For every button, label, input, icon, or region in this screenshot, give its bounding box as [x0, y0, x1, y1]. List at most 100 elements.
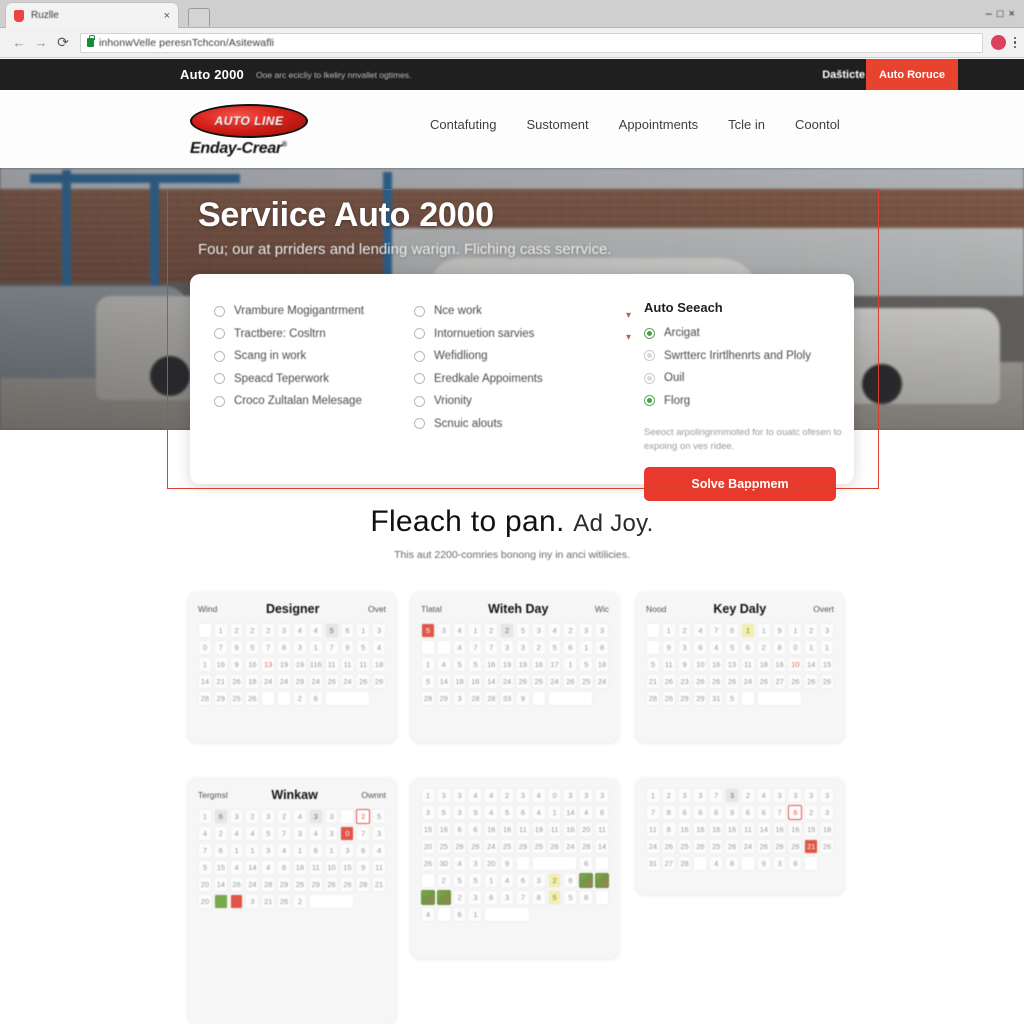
calendar-day-cell[interactable]: 24	[500, 674, 514, 689]
calendar-day-cell[interactable]: 4	[436, 657, 451, 672]
calendar-day-cell[interactable]: 3	[820, 623, 834, 638]
calendar-day-cell[interactable]: 6	[788, 805, 803, 820]
logo[interactable]: AUTO LINE Enday-Crear®	[190, 104, 330, 158]
nav-item-contafuting[interactable]: Contafuting	[430, 117, 497, 132]
profile-avatar[interactable]	[990, 35, 1006, 50]
calendar-day-cell[interactable]: 3	[820, 788, 834, 803]
calendar-day-cell[interactable]: 26	[356, 674, 371, 689]
calendar-day-cell[interactable]: 27	[772, 674, 787, 689]
calendar-day-cell[interactable]: 13	[261, 657, 276, 672]
calendar-day-cell[interactable]	[436, 640, 451, 655]
calendar-day-cell[interactable]: 2	[500, 788, 514, 803]
calendar-day-cell[interactable]: 5	[579, 657, 594, 672]
calendar-day-cell[interactable]: 29	[693, 691, 708, 706]
calendar-day-cell[interactable]: 26	[661, 691, 676, 706]
calendar-day-cell[interactable]	[277, 691, 291, 706]
calendar-day-cell[interactable]	[198, 623, 212, 638]
calendar-day-cell[interactable]: 3	[421, 805, 435, 820]
calendar-day-cell[interactable]	[595, 890, 609, 905]
calendar-day-cell[interactable]: 15	[820, 657, 834, 672]
calendar-day-cell[interactable]: 4	[484, 788, 499, 803]
calendar-day-cell[interactable]	[740, 691, 755, 706]
calendar-day-cell[interactable]: 28	[579, 839, 594, 854]
calendar-day-cell[interactable]: 5	[547, 890, 562, 905]
calendar-day-cell[interactable]: 7	[484, 640, 499, 655]
calendar-day-cell[interactable]: 9	[468, 805, 483, 820]
calendar-day-cell[interactable]: 3	[595, 788, 609, 803]
calendar-day-cell[interactable]: 25	[229, 691, 244, 706]
back-icon[interactable]: ←	[8, 32, 30, 54]
calendar-day-cell[interactable]: 2	[547, 873, 562, 888]
calendar-day-cell[interactable]: 3	[436, 623, 451, 638]
calendar-day-cell[interactable]: 24	[340, 674, 355, 689]
calendar-day-cell[interactable]: 14	[436, 674, 451, 689]
calendar-day-cell[interactable]: 24	[308, 674, 323, 689]
calendar-day-cell[interactable]: 3	[579, 623, 594, 638]
calendar-day-cell[interactable]	[324, 691, 371, 706]
calendar-day-cell[interactable]: 19	[292, 657, 307, 672]
calendar-day-cell[interactable]: 3	[788, 788, 803, 803]
calendar-day-cell[interactable]: 18	[820, 822, 834, 837]
option-row[interactable]: Vrambure Mogigantrment	[214, 300, 414, 323]
calendar-day-cell[interactable]: 16	[772, 657, 787, 672]
calendar-day-cell[interactable]: 28	[198, 691, 212, 706]
calendar-day-cell[interactable]: 1	[292, 843, 307, 858]
calendar-day-cell[interactable]: 5	[261, 826, 276, 841]
calendar-day-cell[interactable]: 14	[198, 674, 212, 689]
calendar-day-cell[interactable]: 3	[515, 788, 530, 803]
calendar-day-cell[interactable]	[646, 640, 660, 655]
calendar-day-cell[interactable]: 3	[595, 623, 609, 638]
calendar-day-cell[interactable]: 5	[356, 640, 371, 655]
calendar-day-cell[interactable]: 5	[421, 674, 435, 689]
calendar-day-cell[interactable]: 1	[484, 873, 499, 888]
calendar-day-cell[interactable]: 26	[788, 839, 803, 854]
option-row[interactable]: Florg	[644, 390, 844, 413]
calendar-day-cell[interactable]: 8	[661, 805, 676, 820]
option-row[interactable]: Arcigat	[644, 322, 844, 345]
calendar-day-cell[interactable]: 5	[547, 640, 562, 655]
calendar-prev-button[interactable]: Tergmsl	[198, 790, 228, 800]
radio-icon[interactable]	[214, 350, 225, 362]
calendar-day-cell[interactable]: 11	[372, 860, 386, 875]
calendar-day-cell[interactable]: 15	[421, 822, 435, 837]
calendar-day-cell[interactable]: 28	[677, 856, 692, 871]
calendar-day-cell[interactable]: 4	[500, 873, 514, 888]
calendar-day-cell[interactable]: 4	[229, 826, 244, 841]
calendar-day-cell[interactable]: 9	[229, 657, 244, 672]
calendar-day-cell[interactable]: 1	[547, 805, 562, 820]
calendar-day-cell[interactable]: 16	[693, 822, 708, 837]
calendar-day-cell[interactable]: 6	[709, 805, 724, 820]
option-row[interactable]: Speacd Teperwork	[214, 368, 414, 391]
calendar-day-cell[interactable]: 1	[756, 623, 771, 638]
calendar-day-cell[interactable]: 33	[500, 691, 514, 706]
calendar-day-cell[interactable]: 21	[261, 894, 276, 909]
calendar-day-cell[interactable]: 8	[563, 873, 578, 888]
calendar-day-cell[interactable]: 5	[452, 873, 467, 888]
calendar-day-cell[interactable]: 16	[788, 822, 803, 837]
calendar-day-cell[interactable]: 23	[677, 674, 692, 689]
calendar-day-cell[interactable]: 25	[677, 839, 692, 854]
calendar-day-cell[interactable]: 1	[563, 657, 578, 672]
calendar-day-cell[interactable]: 11	[595, 822, 609, 837]
url-text[interactable]: inhonwVelle peresnTchcon/Asitewafli	[99, 37, 274, 49]
nav-item-sustoment[interactable]: Sustoment	[527, 117, 589, 132]
calendar-prev-button[interactable]: Nood	[646, 604, 666, 614]
calendar-day-cell[interactable]: 2	[563, 623, 578, 638]
calendar-day-cell[interactable]: 4	[308, 623, 323, 638]
calendar-day-cell[interactable]: 3	[452, 788, 467, 803]
calendar-day-cell[interactable]: 6	[468, 822, 483, 837]
calendar-day-cell[interactable]: 2	[756, 640, 771, 655]
calendar-day-cell[interactable]: 3	[340, 843, 355, 858]
calendar-day-cell[interactable]: 15	[213, 860, 228, 875]
radio-icon[interactable]	[214, 305, 225, 317]
calendar-day-cell[interactable]: 2	[531, 640, 546, 655]
calendar-day-cell[interactable]: 2	[213, 826, 228, 841]
calendar-day-cell[interactable]: 2	[484, 623, 499, 638]
calendar-day-cell[interactable]: 26	[772, 839, 787, 854]
calendar-day-cell[interactable]: 3	[468, 856, 483, 871]
calendar-day-cell[interactable]: 8	[595, 640, 609, 655]
calendar-day-cell[interactable]: 7	[709, 788, 724, 803]
calendar-day-cell[interactable]: 6	[677, 805, 692, 820]
calendar-day-cell[interactable]: 6	[595, 805, 609, 820]
solve-appointment-button[interactable]: Solve Bappmem	[644, 466, 836, 501]
